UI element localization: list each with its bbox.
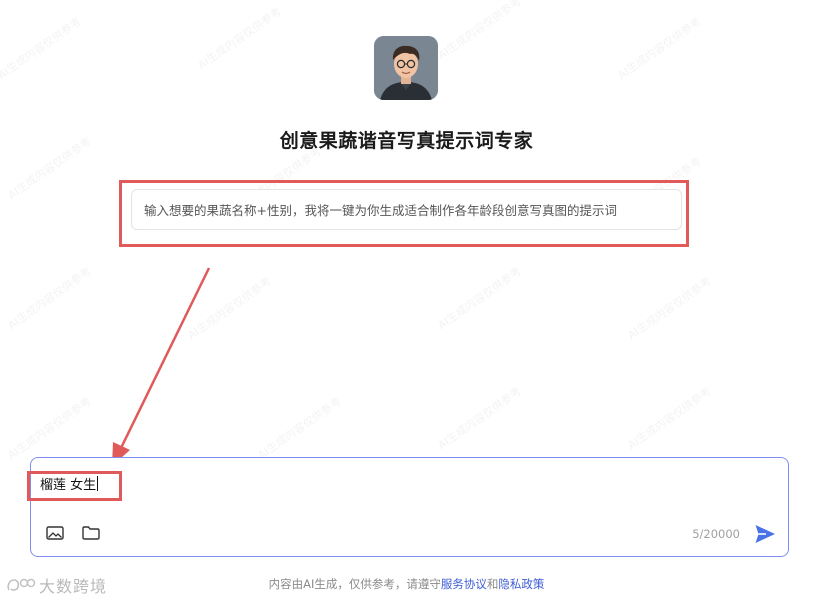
brand-label: 大数跨境 — [39, 577, 108, 596]
watermark-text: AI生成内容仅供参考 — [435, 384, 524, 453]
watermark-text: AI生成内容仅供参考 — [0, 14, 84, 83]
watermark-text: AI生成内容仅供参考 — [5, 394, 94, 463]
footer-disclaimer: 内容由AI生成，仅供参考，请遵守服务协议和隐私政策 — [0, 576, 813, 592]
message-input[interactable]: 榴莲 女生 — [40, 476, 640, 496]
image-icon[interactable] — [45, 524, 65, 542]
watermark-text: AI生成内容仅供参考 — [625, 274, 714, 343]
brand-logo-icon — [7, 578, 36, 591]
watermark-text: AI生成内容仅供参考 — [185, 274, 274, 343]
watermark-text: AI生成内容仅供参考 — [615, 14, 704, 83]
character-count: 5/20000 — [692, 527, 740, 541]
watermark-text: AI生成内容仅供参考 — [195, 4, 284, 73]
watermark-text: AI生成内容仅供参考 — [5, 264, 94, 333]
terms-link[interactable]: 服务协议 — [441, 577, 487, 591]
watermark-text: AI生成内容仅供参考 — [435, 0, 524, 63]
folder-icon[interactable] — [81, 524, 101, 542]
watermark-text: AI生成内容仅供参考 — [625, 384, 714, 453]
annotation-highlight-intro — [119, 180, 689, 247]
bot-title: 创意果蔬谐音写真提示词专家 — [279, 130, 534, 152]
brand-watermark: 大数跨境 — [6, 574, 107, 596]
message-composer[interactable] — [30, 457, 789, 557]
send-button[interactable] — [753, 522, 777, 546]
watermark-text: AI生成内容仅供参考 — [435, 264, 524, 333]
send-icon — [755, 525, 775, 543]
bot-avatar — [374, 36, 438, 100]
privacy-link[interactable]: 隐私政策 — [498, 577, 544, 591]
footer-and: 和 — [486, 577, 499, 591]
watermark-text: AI生成内容仅供参考 — [255, 394, 344, 463]
annotation-highlight-input — [27, 471, 122, 501]
footer-text: 内容由AI生成，仅供参考，请遵守 — [268, 577, 441, 591]
avatar-portrait-image — [374, 36, 438, 100]
